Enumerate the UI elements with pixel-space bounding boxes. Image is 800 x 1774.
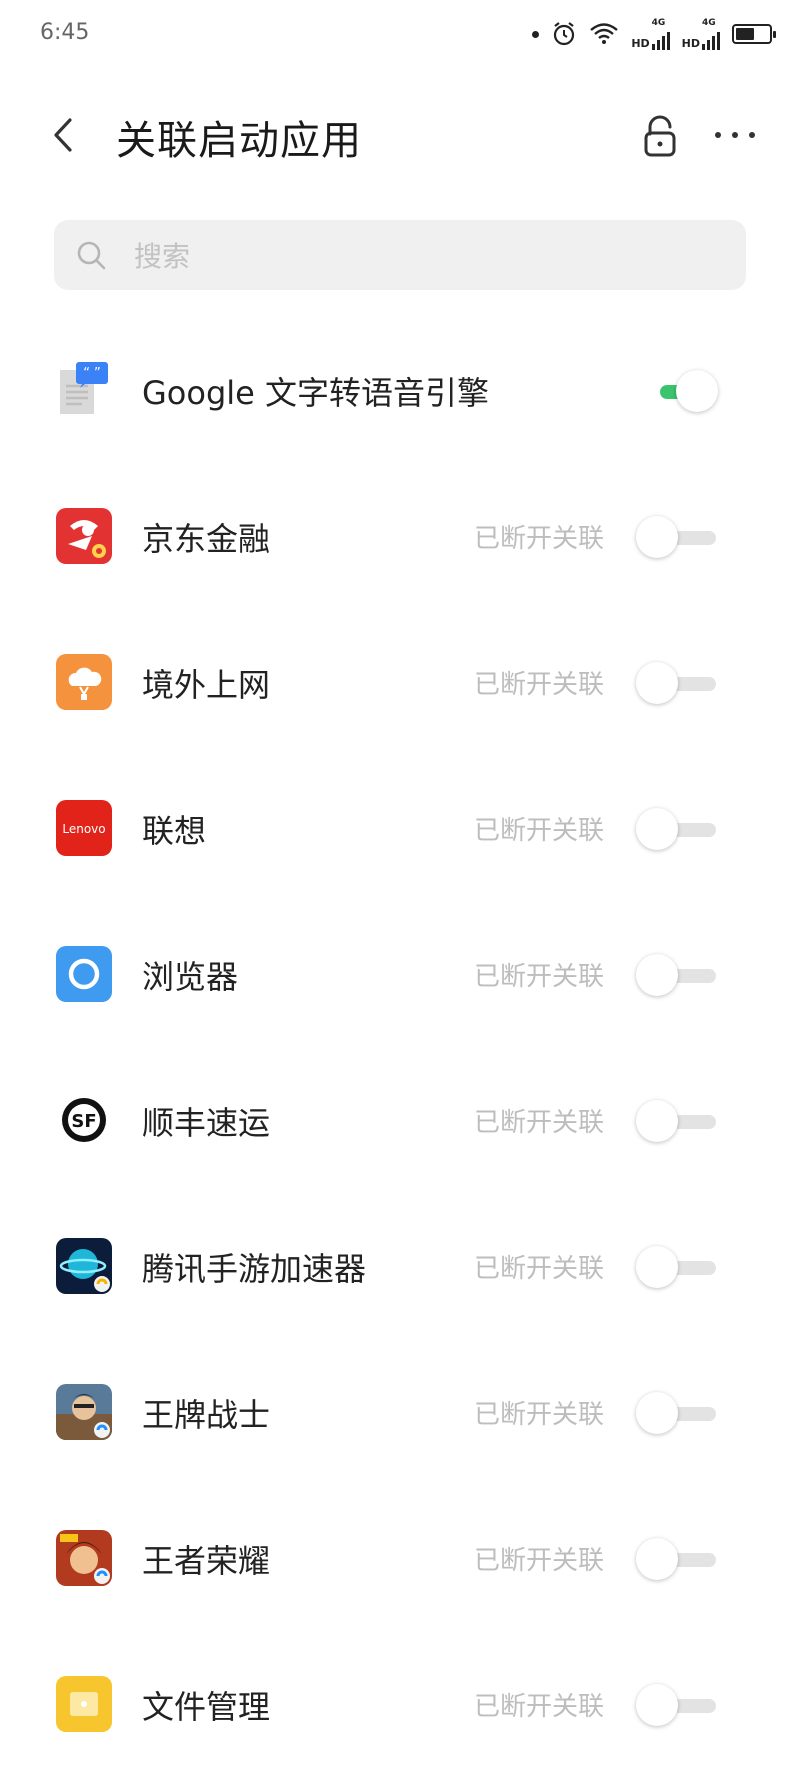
toggle-knob (636, 1538, 678, 1580)
network-type-1: 4G (651, 18, 666, 28)
toggle-switch[interactable] (636, 1682, 722, 1728)
signal-2: HD 4G (682, 18, 720, 50)
toggle-switch[interactable] (636, 514, 722, 560)
association-status: 已断开关联 (473, 1546, 604, 1576)
battery-icon (732, 24, 776, 44)
overseas-internet-icon (56, 654, 112, 710)
google-tts-icon: “ ” (60, 362, 108, 414)
app-name: 顺丰速运 (142, 1104, 271, 1142)
list-item-browser[interactable]: 浏览器 已断开关联 (0, 898, 800, 1044)
toggle-switch[interactable] (636, 368, 722, 414)
app-name: 浏览器 (142, 958, 239, 996)
association-status: 已断开关联 (473, 1108, 604, 1138)
toggle-knob (676, 370, 718, 412)
toggle-switch[interactable] (636, 1244, 722, 1290)
list-item-google-tts[interactable]: “ ” Google 文字转语音引擎 (0, 314, 800, 460)
app-name: 文件管理 (142, 1688, 271, 1726)
list-item-file-manager[interactable]: 文件管理 已断开关联 (0, 1628, 800, 1774)
back-arrow-icon[interactable] (46, 110, 86, 160)
list-item-honor-of-kings[interactable]: 王者荣耀 已断开关联 (0, 1482, 800, 1628)
signal-bars-1-icon (651, 28, 670, 50)
toggle-knob (636, 1684, 678, 1726)
app-name: 境外上网 (142, 666, 271, 704)
search-input[interactable] (132, 220, 716, 292)
page-title: 关联启动应用 (116, 118, 362, 164)
signal-bars-2-icon (702, 28, 720, 50)
toggle-knob (636, 808, 678, 850)
svg-text:SF: SF (71, 1111, 96, 1132)
association-status: 已断开关联 (473, 524, 604, 554)
association-status: 已断开关联 (473, 1692, 604, 1722)
app-name: 腾讯手游加速器 (142, 1250, 367, 1288)
network-type-2: 4G (702, 18, 716, 28)
association-status: 已断开关联 (473, 1254, 604, 1284)
app-name: 王牌战士 (142, 1396, 271, 1434)
toggle-knob (636, 954, 678, 996)
ace-warrior-icon (56, 1384, 112, 1440)
toggle-switch[interactable] (636, 806, 722, 852)
honor-of-kings-icon (56, 1530, 112, 1586)
app-name: 联想 (142, 812, 207, 850)
app-name: 王者荣耀 (142, 1542, 271, 1580)
list-item-jd-finance[interactable]: 京东金融 已断开关联 (0, 460, 800, 606)
toggle-switch[interactable] (636, 952, 722, 998)
app-header: 关联启动应用 (0, 80, 800, 190)
association-status: 已断开关联 (473, 816, 604, 846)
status-bar: 6:45 HD 4G HD 4G (0, 0, 800, 64)
hd-label-1: HD (631, 37, 650, 50)
wifi-icon (590, 23, 619, 44)
toggle-knob (636, 662, 678, 704)
file-manager-icon (56, 1676, 112, 1732)
svg-text:Lenovo: Lenovo (62, 822, 105, 836)
browser-icon (56, 946, 112, 1002)
notification-dot-icon (532, 30, 540, 38)
search-icon (77, 241, 106, 270)
toggle-knob (636, 1100, 678, 1142)
toggle-switch[interactable] (636, 1098, 722, 1144)
lenovo-icon: Lenovo (56, 800, 112, 856)
list-item-ace-warrior[interactable]: 王牌战士 已断开关联 (0, 1336, 800, 1482)
lock-icon[interactable] (640, 114, 680, 158)
toggle-knob (636, 1246, 678, 1288)
alarm-icon (554, 22, 575, 46)
toggle-knob (636, 516, 678, 558)
search-bar[interactable] (54, 220, 746, 292)
list-item-lenovo[interactable]: Lenovo 联想 已断开关联 (0, 752, 800, 898)
status-icons: HD 4G HD 4G (532, 18, 776, 50)
association-status: 已断开关联 (473, 962, 604, 992)
app-name: 京东金融 (142, 520, 271, 558)
toggle-switch[interactable] (636, 1390, 722, 1436)
association-status: 已断开关联 (473, 670, 604, 700)
svg-text:“ ”: “ ” (83, 366, 101, 381)
hd-label-2: HD (681, 37, 700, 50)
status-time: 6:45 (40, 20, 90, 45)
toggle-knob (636, 1392, 678, 1434)
tencent-game-accelerator-icon (56, 1238, 112, 1294)
toggle-switch[interactable] (636, 660, 722, 706)
list-item-overseas-internet[interactable]: 境外上网 已断开关联 (0, 606, 800, 752)
list-item-tencent-accelerator[interactable]: 腾讯手游加速器 已断开关联 (0, 1190, 800, 1336)
signal-1: HD 4G (631, 18, 670, 50)
toggle-switch[interactable] (636, 1536, 722, 1582)
more-options-icon[interactable] (710, 120, 760, 150)
app-name: Google 文字转语音引擎 (142, 374, 490, 412)
jd-finance-icon (56, 508, 112, 564)
sf-express-icon: SF (56, 1092, 112, 1148)
association-status: 已断开关联 (473, 1400, 604, 1430)
list-item-sf-express[interactable]: SF 顺丰速运 已断开关联 (0, 1044, 800, 1190)
